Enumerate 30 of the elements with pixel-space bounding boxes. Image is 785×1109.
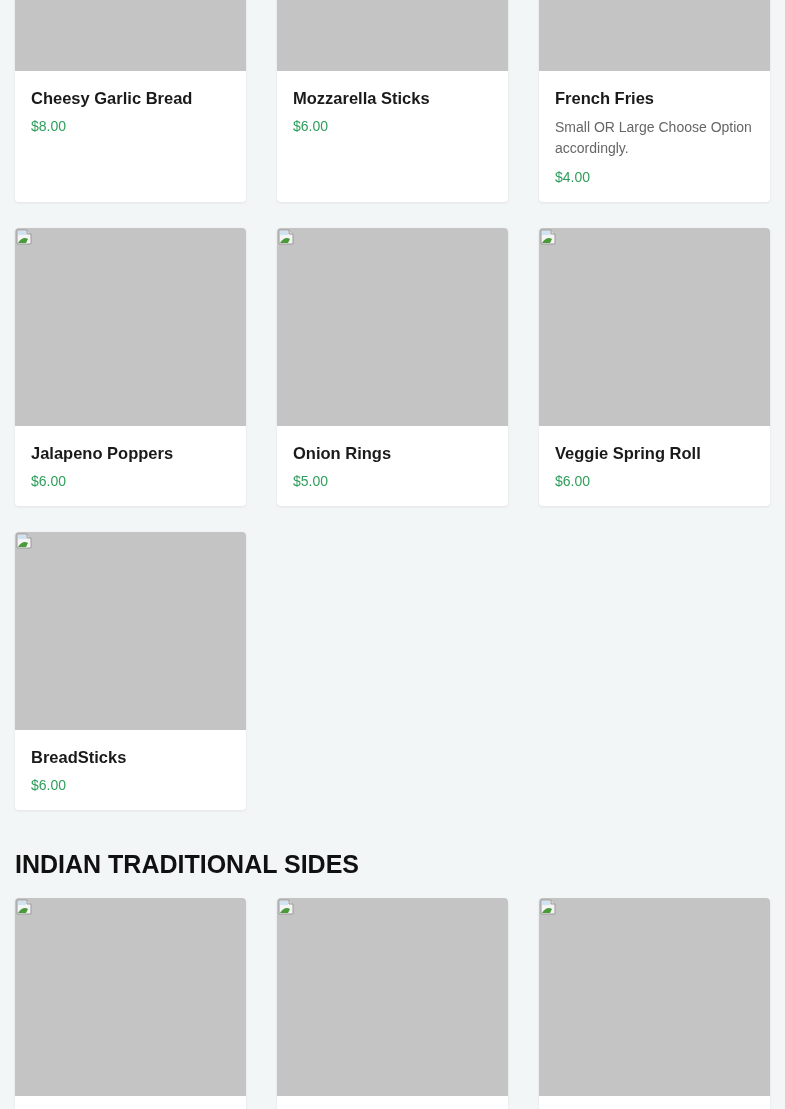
product-card[interactable]: Cheesy Garlic Bread $8.00 — [15, 0, 246, 202]
broken-image-icon — [540, 899, 556, 915]
product-description: Small OR Large Choose Option accordingly. — [555, 118, 753, 158]
product-price: $6.00 — [555, 472, 592, 490]
product-name: French Fries — [555, 88, 656, 108]
product-name: Mozzarella Sticks — [293, 88, 431, 108]
product-card[interactable]: Onion Rings $5.00 — [277, 228, 508, 506]
broken-image-icon — [278, 899, 294, 915]
broken-image-icon — [16, 229, 32, 245]
product-name: Cheesy Garlic Bread — [31, 88, 194, 108]
product-price: $4.00 — [555, 168, 592, 186]
product-card[interactable]: French Fries Small OR Large Choose Option accordingly. $4.00 — [539, 0, 770, 202]
product-card[interactable]: Veggie Spring Roll $6.00 — [539, 228, 770, 506]
product-card[interactable]: Mozzarella Sticks $6.00 — [277, 0, 508, 202]
broken-image-icon — [278, 229, 294, 245]
section-title: INDIAN TRADITIONAL SIDES — [15, 850, 360, 878]
product-name: Jalapeno Poppers — [31, 443, 175, 463]
product-card[interactable]: Jalapeno Poppers $6.00 — [15, 228, 246, 506]
broken-image-icon — [540, 229, 556, 245]
product-name: BreadSticks — [31, 747, 128, 767]
product-price: $5.00 — [293, 472, 330, 490]
broken-image-icon — [16, 533, 32, 549]
product-price: $6.00 — [31, 472, 68, 490]
product-name: Veggie Spring Roll — [555, 443, 702, 463]
product-name: Onion Rings — [293, 443, 393, 463]
product-price: $6.00 — [293, 117, 330, 135]
product-price: $6.00 — [31, 776, 68, 794]
product-price: $8.00 — [31, 117, 68, 135]
broken-image-icon — [16, 899, 32, 915]
product-card[interactable]: BreadSticks $6.00 — [15, 532, 246, 810]
